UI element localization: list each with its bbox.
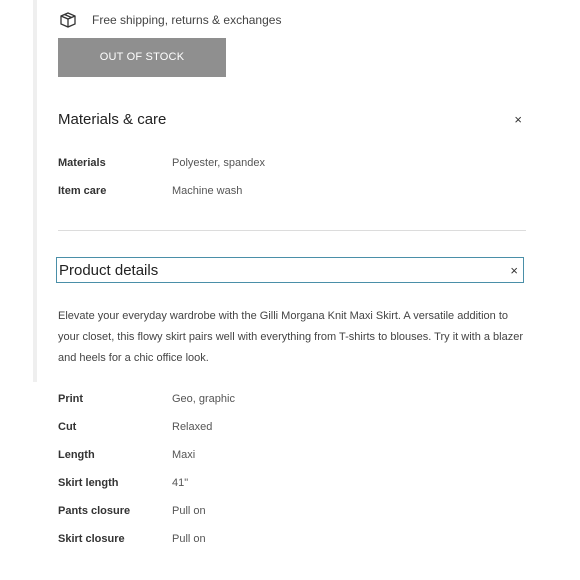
spec-value: Machine wash (172, 185, 243, 197)
out-of-stock-button[interactable]: OUT OF STOCK (58, 38, 226, 77)
spec-value: Polyester, spandex (172, 157, 265, 169)
spec-value: Geo, graphic (172, 393, 235, 405)
spec-label: Skirt closure (58, 533, 125, 545)
shipping-text: Free shipping, returns & exchanges (92, 13, 282, 27)
spec-label: Print (58, 393, 84, 405)
spec-row-item-care: Item care Machine wash (58, 183, 518, 199)
spec-value: Pull on (172, 533, 206, 545)
section-divider (58, 230, 526, 231)
materials-care-title: Materials & care (58, 110, 167, 128)
shipping-info: Free shipping, returns & exchanges (58, 10, 281, 30)
spec-value: Relaxed (172, 421, 213, 433)
spec-label: Cut (58, 421, 77, 433)
product-description: Elevate your everyday wardrobe with the … (58, 310, 524, 364)
close-icon[interactable]: × (510, 264, 520, 277)
close-icon[interactable]: × (514, 113, 524, 126)
product-details-title: Product details (59, 261, 159, 279)
spec-value: Maxi (172, 449, 196, 461)
spec-label: Materials (58, 157, 106, 169)
spec-label: Skirt length (58, 477, 119, 489)
spec-row-materials: Materials Polyester, spandex (58, 155, 518, 171)
product-details-header[interactable]: Product details × (56, 257, 524, 283)
spec-label: Item care (58, 185, 107, 197)
materials-care-header[interactable]: Materials & care × (58, 106, 524, 132)
spec-row-print: Print Geo, graphic (58, 391, 518, 407)
left-rule (33, 0, 37, 382)
spec-row-skirt-length: Skirt length 41" (58, 475, 518, 491)
box-return-icon (58, 11, 78, 29)
spec-row-length: Length Maxi (58, 447, 518, 463)
spec-value: 41" (172, 477, 189, 489)
spec-label: Pants closure (58, 505, 131, 517)
spec-row-cut: Cut Relaxed (58, 419, 518, 435)
spec-label: Length (58, 449, 95, 461)
spec-row-pants-closure: Pants closure Pull on (58, 503, 518, 519)
spec-value: Pull on (172, 505, 206, 517)
spec-row-skirt-closure: Skirt closure Pull on (58, 531, 518, 547)
